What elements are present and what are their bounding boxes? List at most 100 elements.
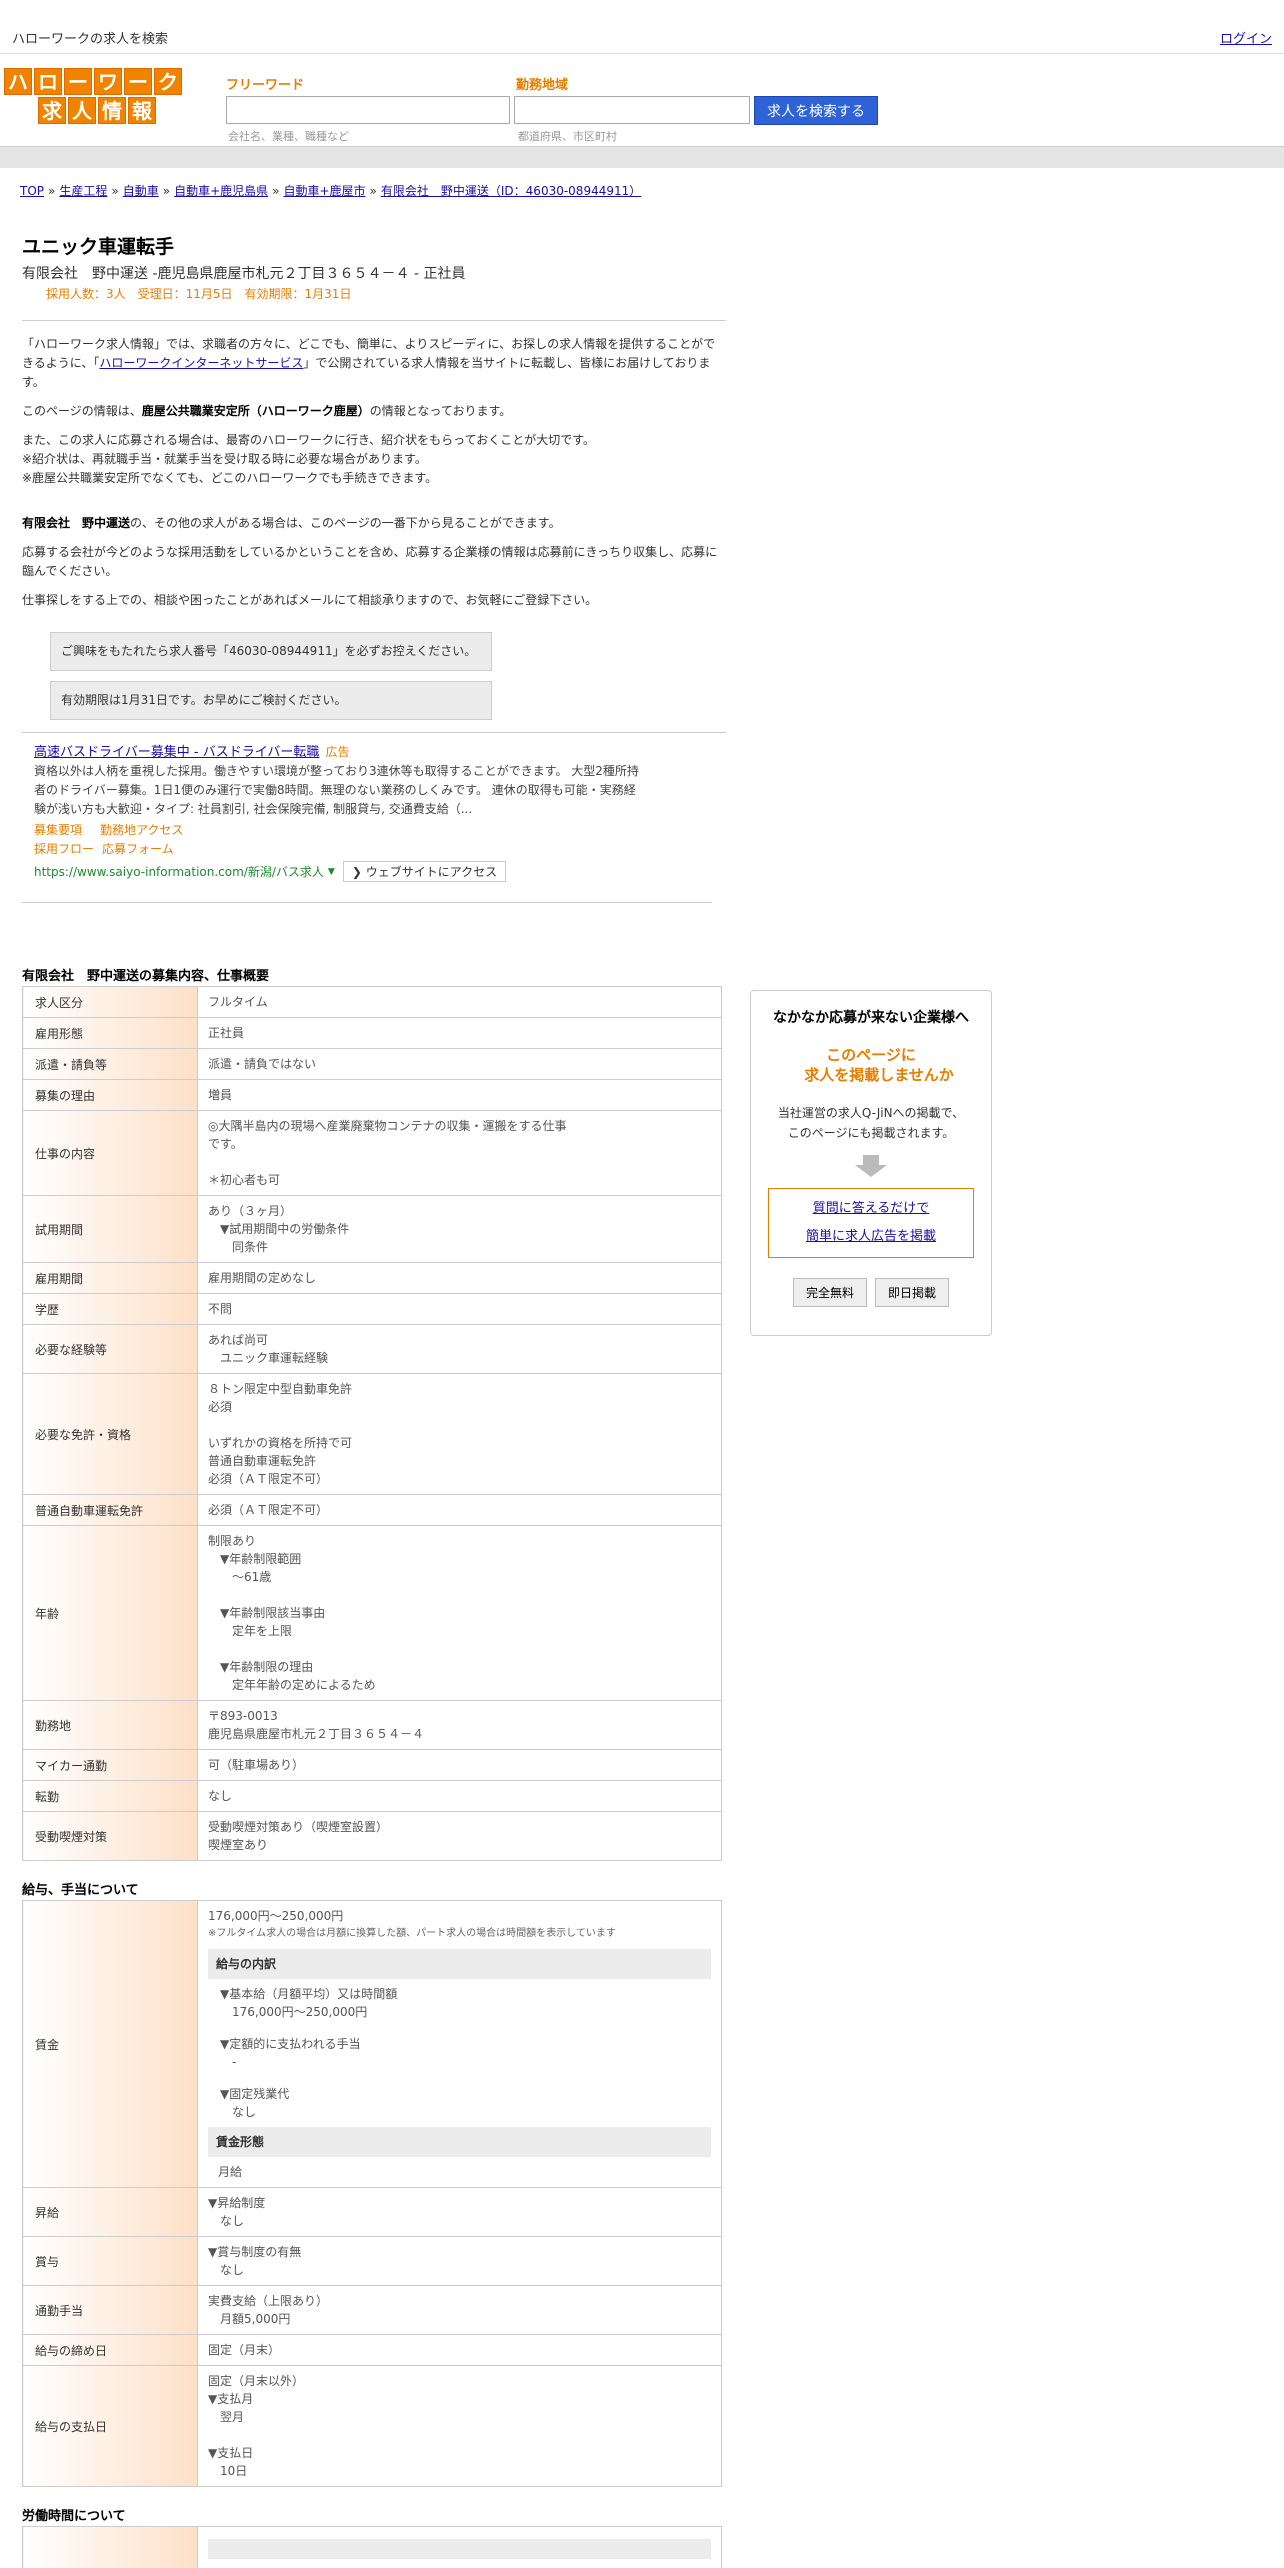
table-row: 通勤手当 実費支給（上限あり） 月額5,000円 — [22, 2285, 722, 2335]
sidebar-link-questions[interactable]: 質問に答えるだけで — [769, 1195, 973, 1223]
row-label: 雇用期間 — [22, 1262, 198, 1294]
table-row: 転勤 なし — [22, 1780, 722, 1812]
breadcrumb-link[interactable]: 自動車+鹿屋市 — [283, 184, 365, 198]
row-label: 給与の支払日 — [22, 2365, 198, 2487]
row-label: 必要な免許・資格 — [22, 1373, 198, 1495]
expiry-notice: 有効期限は1月31日です。お早めにご検討ください。 — [50, 681, 492, 720]
table-row: 給与の締め日 固定（月末） — [22, 2334, 722, 2366]
breadcrumb-link[interactable]: TOP — [20, 184, 44, 198]
area-hint: 都道府県、市区町村 — [518, 130, 617, 143]
table-row: 雇用形態 正社員 — [22, 1017, 722, 1049]
row-value: ▼賞与制度の有無 なし — [197, 2236, 722, 2286]
hours-table — [22, 2526, 722, 2568]
row-label: 給与の締め日 — [22, 2334, 198, 2366]
intro-paragraph-5: 応募する会社が今どのような採用活動をしているかということを含め、応募する企業様の… — [22, 545, 718, 578]
breadcrumb-separator: » — [369, 184, 377, 198]
overview-table: 求人区分 フルタイム 雇用形態 正社員 派遣・請負等 派遣・請負ではない 募集の理由 増員 仕事… — [22, 986, 722, 1861]
search-button[interactable]: 求人を検索する — [754, 96, 878, 125]
breadcrumb-separator: » — [48, 184, 56, 198]
row-label: 試用期間 — [22, 1195, 198, 1263]
table-row: 試用期間 あり（３ヶ月） ▼試用期間中の労働条件 同条件 — [22, 1195, 722, 1263]
intro-paragraph-1: 「ハローワーク求人情報」では、求職者の方々に、どこでも、簡単に、よりスピーディに… — [22, 337, 716, 389]
row-value: 不問 — [197, 1293, 722, 1325]
table-row: 雇用期間 雇用期間の定めなし — [22, 1262, 722, 1294]
row-value: 受動喫煙対策あり（喫煙室設置） 喫煙室あり — [197, 1811, 722, 1861]
header: ハローワーク 求人情報 フリーワード 会社名、業種、職種など 勤務地域 都道府県… — [0, 54, 1284, 146]
free-button[interactable]: 完全無料 — [792, 1278, 867, 1307]
overview-title: 有限会社 野中運送の募集内容、仕事概要 — [22, 969, 270, 984]
breadcrumb-separator: » — [111, 184, 119, 198]
row-label: 普通自動車運転免許 — [22, 1494, 198, 1526]
breadcrumb-separator: » — [272, 184, 280, 198]
row-label: 学歴 — [22, 1293, 198, 1325]
row-value: なし — [197, 1780, 722, 1812]
main-content: ユニック車運転手 有限会社 野中運送 -鹿児島県鹿屋市札元２丁目３６５４－４ -… — [22, 232, 726, 2568]
ad-sitelink[interactable]: 応募フォーム — [102, 842, 174, 856]
ad-sitelink[interactable]: 募集要項 — [34, 823, 82, 837]
row-value: 制限あり ▼年齢制限範囲 〜61歳 ▼年齢制限該当事由 定年を上限 ▼年齢制限の… — [197, 1525, 722, 1701]
row-label: マイカー通勤 — [22, 1749, 198, 1781]
row-value: ８トン限定中型自動車免許 必須 いずれかの資格を所持で可 普通自動車運転免許 必須（ＡＴ… — [197, 1373, 722, 1495]
divider — [22, 732, 726, 733]
overview-section: 有限会社 野中運送の募集内容、仕事概要 求人区分 フルタイム 雇用形態 正社員 派遣・請… — [22, 965, 726, 1861]
ad-sitelink[interactable]: 勤務地アクセス — [100, 823, 183, 837]
row-label: 通勤手当 — [22, 2285, 198, 2335]
breadcrumb-link[interactable]: 有限会社 野中運送（ID：46030-08944911） — [381, 184, 641, 198]
dropdown-caret-icon[interactable]: ▼ — [328, 867, 335, 877]
hellowork-internet-link[interactable]: ハローワークインターネットサービス — [99, 356, 303, 370]
freeword-label: フリーワード — [226, 78, 305, 93]
sidebar-link-post-ad[interactable]: 簡単に求人広告を掲載 — [769, 1223, 973, 1251]
area-label: 勤務地域 — [516, 78, 569, 93]
ad-url[interactable]: https://www.saiyo-information.com/新潟/バス求… — [34, 863, 324, 880]
down-arrow-icon — [855, 1155, 887, 1177]
freeword-hint: 会社名、業種、職種など — [228, 130, 349, 143]
sidebar-title: なかなか応募が来ない企業様へ — [773, 1010, 969, 1026]
breadcrumb-link[interactable]: 生産工程 — [59, 184, 107, 198]
row-value: ◎大隅半島内の現場へ産業廃棄物コンテナの収集・運搬をする仕事 です。 ＊初心者も可 — [197, 1110, 722, 1196]
row-label: 必要な経験等 — [22, 1324, 198, 1374]
visit-website-button[interactable]: ❯ ウェブサイトにアクセス — [342, 861, 507, 882]
salary-table: 賃金 176,000円〜250,000円 ※フルタイム求人の場合は月額に換算した… — [22, 1900, 722, 2487]
row-value: 必須（ＡＴ限定不可） — [197, 1494, 722, 1526]
table-row: 昇給 ▼昇給制度 なし — [22, 2187, 722, 2237]
row-label: 仕事の内容 — [22, 1110, 198, 1196]
ad-badge: 広告 — [325, 745, 350, 759]
table-row: 年齢 制限あり ▼年齢制限範囲 〜61歳 ▼年齢制限該当事由 定年を上限 ▼年齢制… — [22, 1525, 722, 1701]
job-number-notice: ご興味をもたれたら求人番号「46030-08944911」を必ずお控えください。 — [50, 632, 492, 671]
table-row: 学歴 不問 — [22, 1293, 722, 1325]
site-logo[interactable]: ハローワーク 求人情報 — [4, 68, 182, 124]
row-value: 176,000円〜250,000円 ※フルタイム求人の場合は月額に換算した額、パ… — [197, 1900, 722, 2188]
ad-title-link[interactable]: 高速バスドライバー募集中 - バスドライバー転職 — [34, 745, 319, 760]
login-link[interactable]: ログイン — [1220, 28, 1272, 47]
row-value: 固定（月末以外） ▼支払月 翌月 ▼支払日 10日 — [197, 2365, 722, 2487]
row-label: 賞与 — [22, 2236, 198, 2286]
top-bar: ハローワークの求人を検索 ログイン — [0, 0, 1284, 54]
salary-title: 給与、手当について — [22, 1883, 139, 1898]
intro-paragraph-3: また、この求人に応募される場合は、最寄のハローワークに行き、紹介状をもらっておく… — [22, 433, 596, 485]
freeword-input[interactable] — [226, 96, 510, 124]
breadcrumb-link[interactable]: 自動車+鹿児島県 — [174, 184, 268, 198]
logo-char: 報 — [128, 97, 156, 124]
logo-char: ー — [64, 68, 92, 95]
table-row: 賞与 ▼賞与制度の有無 なし — [22, 2236, 722, 2286]
row-label: 賃金 — [22, 1900, 198, 2188]
row-value: 雇用期間の定めなし — [197, 1262, 722, 1294]
area-input[interactable] — [514, 96, 750, 124]
hours-section: 労働時間について — [22, 2505, 726, 2568]
table-row: 普通自動車運転免許 必須（ＡＴ限定不可） — [22, 1494, 722, 1526]
row-value: フルタイム — [197, 986, 722, 1018]
breadcrumb-link[interactable]: 自動車 — [123, 184, 159, 198]
table-row: 受動喫煙対策 受動喫煙対策あり（喫煙室設置） 喫煙室あり — [22, 1811, 722, 1861]
row-label: 受動喫煙対策 — [22, 1811, 198, 1861]
logo-char: ロ — [34, 68, 62, 95]
row-value: あれば尚可 ユニック車運転経験 — [197, 1324, 722, 1374]
logo-char: 人 — [68, 97, 96, 124]
logo-char: ハ — [4, 68, 32, 95]
row-label: 雇用形態 — [22, 1017, 198, 1049]
logo-char: 求 — [38, 97, 66, 124]
ad-sitelink[interactable]: 採用フロー — [34, 842, 94, 856]
row-label: 求人区分 — [22, 986, 198, 1018]
same-day-button[interactable]: 即日掲載 — [875, 1278, 950, 1307]
divider — [22, 902, 712, 903]
row-value: 固定（月末） — [197, 2334, 722, 2366]
